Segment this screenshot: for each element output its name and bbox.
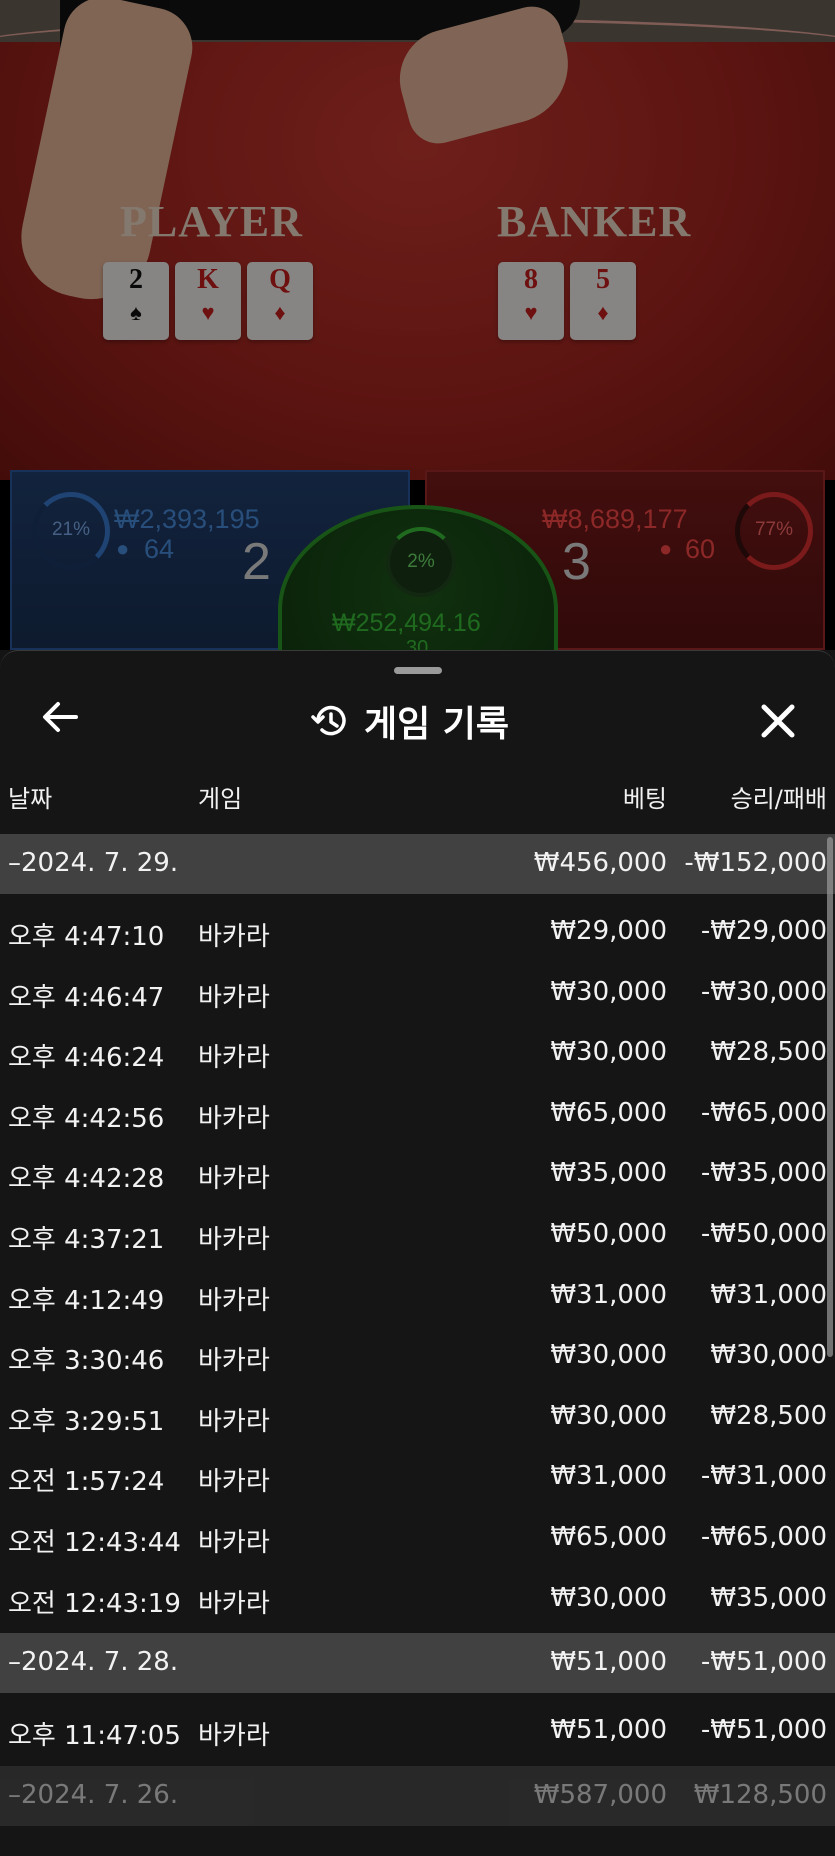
group-bet-total: ₩587,000: [533, 1779, 667, 1810]
row-time: 오전 12:43:19: [8, 1588, 181, 1619]
row-time: 오후 4:37:21: [8, 1224, 165, 1255]
row-time: 오후 4:12:49: [8, 1285, 165, 1316]
column-header-game: 게임: [198, 785, 243, 813]
history-row[interactable]: 오전 12:43:44 바카라 ₩65,000 -₩65,000: [0, 1506, 835, 1567]
row-bet: ₩35,000: [550, 1158, 667, 1189]
row-time: 오후 3:30:46: [8, 1346, 165, 1377]
close-icon[interactable]: [750, 693, 806, 749]
row-time: 오후 4:42:56: [8, 1103, 165, 1134]
group-bet-total: ₩456,000: [533, 848, 667, 878]
row-bet: ₩50,000: [550, 1218, 667, 1249]
row-bet: ₩30,000: [550, 1037, 667, 1068]
row-result: -₩51,000: [700, 1715, 827, 1746]
history-row[interactable]: 오전 12:43:19 바카라 ₩30,000 ₩35,000: [0, 1567, 835, 1628]
row-game: 바카라: [198, 922, 270, 952]
sheet-header: 게임 기록: [310, 695, 509, 747]
history-row[interactable]: 오후 3:30:46 바카라 ₩30,000 ₩30,000: [0, 1324, 835, 1385]
row-bet: ₩30,000: [550, 1340, 667, 1371]
row-time: 오전 1:57:24: [8, 1467, 165, 1498]
row-time: 오후 4:42:28: [8, 1164, 165, 1195]
history-row[interactable]: 오후 4:46:47 바카라 ₩30,000 -₩30,000: [0, 961, 835, 1022]
row-bet: ₩65,000: [550, 1521, 667, 1552]
row-time: 오후 11:47:05: [8, 1721, 181, 1752]
column-header-bet: 베팅: [622, 785, 667, 813]
row-result: -₩35,000: [700, 1158, 827, 1189]
row-bet: ₩30,000: [550, 1582, 667, 1613]
scrollbar[interactable]: [827, 837, 833, 1357]
history-row[interactable]: 오후 4:46:24 바카라 ₩30,000 ₩28,500: [0, 1021, 835, 1082]
history-row[interactable]: 오후 4:47:10 바카라 ₩29,000 -₩29,000: [0, 900, 835, 961]
row-result: ₩28,500: [710, 1400, 827, 1431]
row-result: ₩30,000: [710, 1340, 827, 1371]
history-list[interactable]: –2024. 7. 29. ₩456,000 -₩152,000 오후 4:47:10…: [0, 834, 835, 1832]
history-row[interactable]: 오후 4:42:56 바카라 ₩65,000 -₩65,000: [0, 1082, 835, 1143]
row-time: 오후 4:46:47: [8, 982, 165, 1013]
row-time: 오전 12:43:44: [8, 1527, 181, 1558]
page-title: 게임 기록: [364, 704, 510, 745]
group-date: –2024. 7. 29.: [8, 848, 179, 878]
history-row[interactable]: 오후 4:37:21 바카라 ₩50,000 -₩50,000: [0, 1203, 835, 1264]
group-result-total: -₩152,000: [684, 848, 827, 878]
group-result-total: -₩51,000: [700, 1647, 827, 1678]
row-result: -₩65,000: [700, 1521, 827, 1552]
history-row[interactable]: 오후 3:29:51 바카라 ₩30,000 ₩28,500: [0, 1385, 835, 1446]
row-bet: ₩31,000: [550, 1279, 667, 1310]
history-icon: [311, 705, 346, 736]
game-history-sheet: 게임 기록 날짜 게임 베팅 승리/패배 –2024. 7. 29. ₩456,0…: [0, 650, 835, 1856]
row-bet: ₩29,000: [550, 916, 667, 946]
drag-handle[interactable]: [394, 667, 442, 674]
row-game: 바카라: [198, 1224, 270, 1255]
row-result: ₩28,500: [710, 1037, 827, 1068]
history-row[interactable]: 오후 4:12:49 바카라 ₩31,000 ₩31,000: [0, 1264, 835, 1325]
row-time: 오후 3:29:51: [8, 1406, 165, 1437]
row-result: -₩30,000: [700, 976, 827, 1007]
row-bet: ₩65,000: [550, 1097, 667, 1128]
group-result-total: ₩128,500: [693, 1779, 827, 1810]
row-result: -₩65,000: [700, 1097, 827, 1128]
row-game: 바카라: [198, 1043, 270, 1074]
row-game: 바카라: [198, 1164, 270, 1195]
row-game: 바카라: [198, 1721, 270, 1752]
row-game: 바카라: [198, 1527, 270, 1558]
row-time: 오후 4:46:24: [8, 1043, 165, 1074]
row-time: 오후 4:47:10: [8, 922, 165, 952]
row-game: 바카라: [198, 1103, 270, 1134]
row-game: 바카라: [198, 1346, 270, 1377]
row-bet: ₩31,000: [550, 1461, 667, 1492]
group-bet-total: ₩51,000: [550, 1647, 667, 1678]
row-bet: ₩30,000: [550, 976, 667, 1007]
date-group-row[interactable]: –2024. 7. 26. ₩587,000 ₩128,500: [0, 1765, 835, 1826]
column-header-result: 승리/패배: [730, 785, 827, 813]
row-result: -₩31,000: [700, 1461, 827, 1492]
row-result: ₩35,000: [710, 1582, 827, 1613]
group-date: –2024. 7. 28.: [8, 1647, 179, 1678]
group-date: –2024. 7. 26.: [8, 1779, 179, 1810]
history-row[interactable]: 오후 11:47:05 바카라 ₩51,000 -₩51,000: [0, 1699, 835, 1760]
row-game: 바카라: [198, 1406, 270, 1437]
row-result: -₩29,000: [700, 916, 827, 946]
row-result: -₩50,000: [700, 1218, 827, 1249]
back-arrow-icon[interactable]: [36, 693, 84, 741]
history-row[interactable]: 오전 1:57:24 바카라 ₩31,000 -₩31,000: [0, 1445, 835, 1506]
column-header-date: 날짜: [8, 785, 53, 813]
row-game: 바카라: [198, 1588, 270, 1619]
row-game: 바카라: [198, 1285, 270, 1316]
date-group-row[interactable]: –2024. 7. 28. ₩51,000 -₩51,000: [0, 1633, 835, 1694]
row-game: 바카라: [198, 1467, 270, 1498]
date-group-row[interactable]: –2024. 7. 29. ₩456,000 -₩152,000: [0, 834, 835, 894]
row-bet: ₩51,000: [550, 1715, 667, 1746]
row-game: 바카라: [198, 982, 270, 1013]
row-bet: ₩30,000: [550, 1400, 667, 1431]
history-row[interactable]: 오후 4:42:28 바카라 ₩35,000 -₩35,000: [0, 1142, 835, 1203]
row-result: ₩31,000: [710, 1279, 827, 1310]
